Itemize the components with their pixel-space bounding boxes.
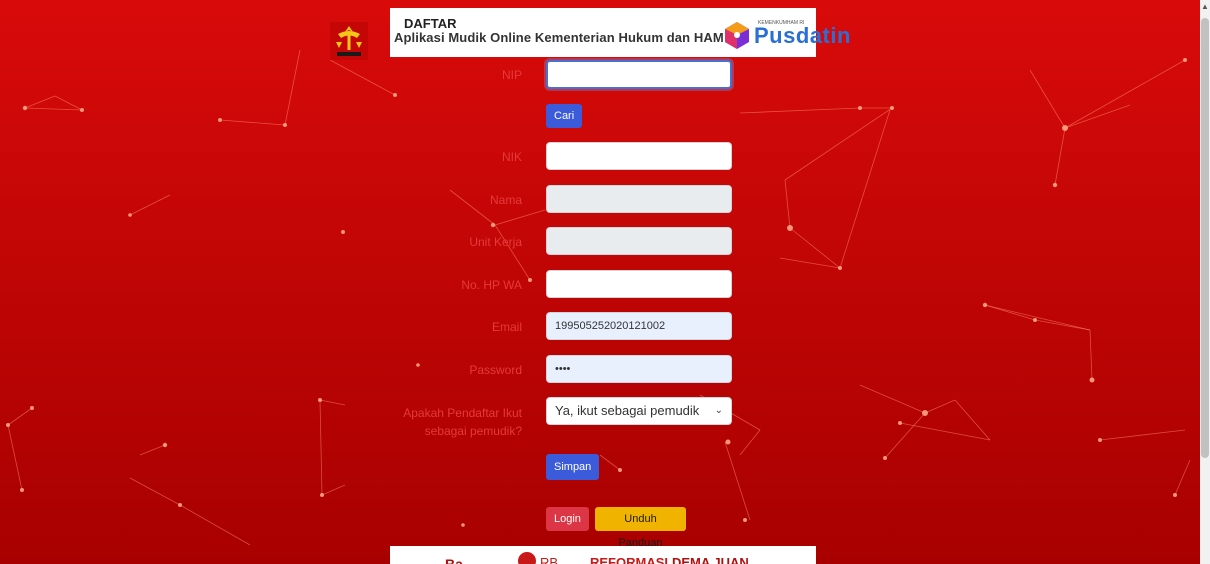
page-title: DAFTAR [404, 16, 457, 31]
bottom-banner: Ba... RB REFORMASI DEMA JUAN [390, 546, 816, 564]
ikut-pemudik-label-line2: sebagai pemudik? [424, 424, 522, 438]
nik-input[interactable] [546, 142, 732, 170]
nama-input [546, 185, 732, 213]
banner-text-4: DEMA JUAN [672, 555, 749, 564]
logo-text: Pusdatin [754, 23, 851, 48]
banner-text-2: RB [540, 555, 559, 564]
cari-button[interactable]: Cari [546, 104, 583, 128]
unit-kerja-input [546, 227, 732, 255]
nama-label: Nama [489, 193, 522, 207]
nip-label: NIP [501, 68, 522, 82]
scrollbar-thumb[interactable] [1201, 18, 1209, 458]
login-button[interactable]: Login [546, 507, 589, 531]
pusdatin-logo-icon [725, 22, 749, 49]
banner-seal-icon [518, 552, 536, 564]
ikut-pemudik-selected: Ya, ikut sebagai pemudik [555, 403, 700, 418]
scroll-up-icon[interactable]: ▲ [1201, 2, 1209, 11]
password-input[interactable] [546, 355, 732, 383]
nik-label: NIK [501, 150, 522, 164]
pusdatin-logo: KEMENKUMHAM RI Pusdatin [722, 20, 882, 50]
hp-wa-label: No. HP WA [461, 278, 522, 292]
password-label: Password [469, 363, 522, 377]
chevron-down-icon: ⌄ [714, 405, 723, 416]
page-scrollbar[interactable]: ▲ [1200, 0, 1210, 564]
unduh-panduan-button[interactable]: Unduh Panduan [595, 507, 686, 549]
ikut-pemudik-label: Apakah Pendaftar Ikut sebagai pemudik? [372, 404, 522, 440]
ikut-pemudik-label-line1: Apakah Pendaftar Ikut [403, 406, 522, 420]
simpan-button[interactable]: Simpan [546, 454, 600, 480]
email-label: Email [491, 320, 522, 334]
email-input[interactable] [546, 312, 732, 340]
hp-wa-input[interactable] [546, 270, 732, 298]
nip-input[interactable] [546, 60, 732, 89]
unit-kerja-label: Unit Kerja [469, 235, 522, 249]
banner-text-3: REFORMASI [590, 555, 668, 564]
kemenkumham-emblem-icon [330, 22, 368, 60]
page-subtitle: Aplikasi Mudik Online Kementerian Hukum … [394, 30, 724, 45]
ikut-pemudik-select[interactable]: Ya, ikut sebagai pemudik ⌄ [546, 397, 732, 425]
banner-text-1: Ba... [445, 556, 475, 564]
